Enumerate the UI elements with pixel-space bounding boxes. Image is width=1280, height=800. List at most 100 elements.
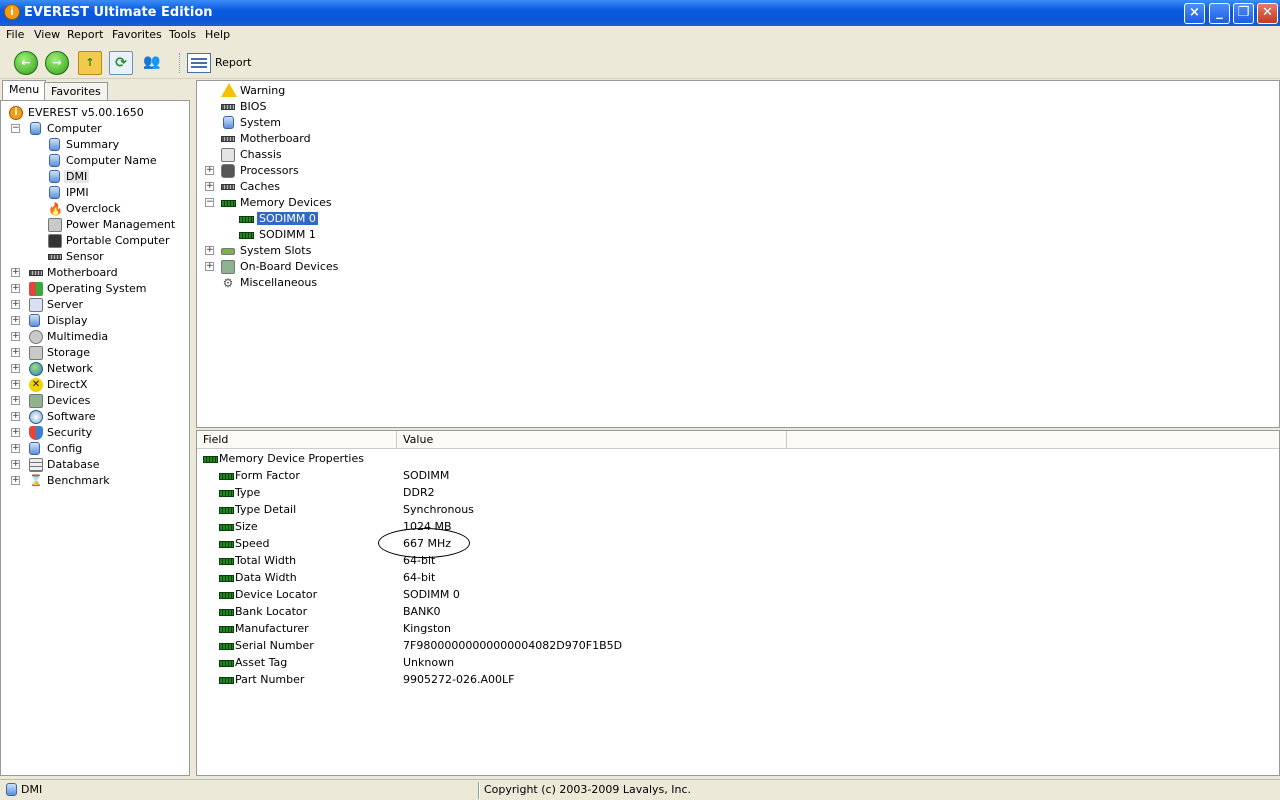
tree-item-operating-system[interactable]: Operating System (29, 281, 147, 297)
dmi-item-system-slots[interactable]: System Slots (221, 243, 311, 259)
column-header-field[interactable]: Field (197, 431, 397, 449)
expander-plus[interactable]: + (205, 182, 214, 191)
tree-item-motherboard[interactable]: Motherboard (29, 265, 118, 281)
tree-item-summary[interactable]: Summary (48, 137, 119, 153)
tree-item-devices[interactable]: Devices (29, 393, 90, 409)
dmi-item-processors[interactable]: Processors (221, 163, 299, 179)
tree-item-network[interactable]: Network (29, 361, 93, 377)
tree-item-directx[interactable]: ✕ DirectX (29, 377, 87, 393)
table-row[interactable]: Type DDR2 (219, 485, 1269, 501)
tree-item-overclock[interactable]: 🔥 Overclock (48, 201, 120, 217)
tab-menu[interactable]: Menu (2, 80, 47, 100)
tab-favorites[interactable]: Favorites (44, 82, 108, 100)
expander-plus[interactable]: + (11, 396, 20, 405)
table-row[interactable]: Size 1024 MB (219, 519, 1269, 535)
table-row[interactable]: Serial Number 7F98000000000000004082D970F… (219, 638, 1269, 654)
tree-item-security[interactable]: Security (29, 425, 92, 441)
close-button[interactable]: ✕ (1257, 3, 1278, 24)
value-cell: Synchronous (403, 503, 474, 516)
expander-plus[interactable]: + (11, 364, 20, 373)
menu-tools[interactable]: Tools (169, 28, 196, 41)
tree-item-software[interactable]: Software (29, 409, 96, 425)
table-row[interactable]: Type Detail Synchronous (219, 502, 1269, 518)
expander-plus[interactable]: + (205, 262, 214, 271)
dmi-item-motherboard[interactable]: Motherboard (221, 131, 311, 147)
minimize-button[interactable]: _ (1209, 3, 1230, 24)
dmi-item-miscellaneous[interactable]: ⚙ Miscellaneous (221, 275, 318, 291)
expander-plus[interactable]: + (11, 316, 20, 325)
tree-item-ipmi[interactable]: IPMI (48, 185, 89, 201)
expander-plus[interactable]: + (11, 444, 20, 453)
dmi-item-chassis[interactable]: Chassis (221, 147, 282, 163)
table-row[interactable]: Asset Tag Unknown (219, 655, 1269, 671)
expander-plus[interactable]: + (11, 460, 20, 469)
menu-report[interactable]: Report (67, 28, 103, 41)
config-icon (29, 442, 40, 455)
dmi-item-sodimm-1[interactable]: SODIMM 1 (239, 227, 316, 243)
report-icon[interactable] (187, 53, 211, 73)
expander-plus[interactable]: + (11, 268, 20, 277)
tree-item-config[interactable]: Config (29, 441, 82, 457)
menu-favorites[interactable]: Favorites (112, 28, 162, 41)
tree-root[interactable]: i EVEREST v5.00.1650 (9, 105, 144, 121)
table-row[interactable]: Data Width 64-bit (219, 570, 1269, 586)
refresh-icon[interactable]: ⟳ (109, 51, 133, 75)
ram-module-icon (219, 575, 234, 582)
dmi-item-bios[interactable]: BIOS (221, 99, 266, 115)
group-header[interactable]: Memory Device Properties (203, 451, 364, 467)
extra-close-button[interactable]: × (1184, 3, 1205, 24)
table-row[interactable]: Speed 667 MHz (219, 536, 1269, 552)
expander-minus[interactable]: − (11, 124, 20, 133)
table-row[interactable]: Total Width 64-bit (219, 553, 1269, 569)
ram-module-icon (219, 473, 234, 480)
title-bar[interactable]: i EVEREST Ultimate Edition × _ ❐ ✕ (0, 0, 1280, 26)
tree-item-computer[interactable]: Computer (29, 121, 102, 137)
back-arrow-icon[interactable]: ← (14, 51, 38, 75)
tree-item-storage[interactable]: Storage (29, 345, 90, 361)
software-disc-icon (29, 410, 43, 424)
expander-plus[interactable]: + (205, 246, 214, 255)
menu-help[interactable]: Help (205, 28, 230, 41)
expander-minus[interactable]: − (205, 198, 214, 207)
users-icon[interactable]: 👥 (140, 51, 164, 75)
tree-item-dmi[interactable]: DMI (48, 169, 90, 185)
tree-item-display[interactable]: Display (29, 313, 88, 329)
table-row[interactable]: Bank Locator BANK0 (219, 604, 1269, 620)
table-row[interactable]: Device Locator SODIMM 0 (219, 587, 1269, 603)
dmi-item-memory-devices[interactable]: Memory Devices (221, 195, 332, 211)
forward-arrow-icon[interactable]: → (45, 51, 69, 75)
tree-item-multimedia[interactable]: Multimedia (29, 329, 108, 345)
expander-plus[interactable]: + (205, 166, 214, 175)
dmi-item-caches[interactable]: Caches (221, 179, 280, 195)
up-folder-icon[interactable]: ↑ (78, 51, 102, 75)
dmi-item-sodimm-0[interactable]: SODIMM 0 (239, 211, 319, 227)
expander-plus[interactable]: + (11, 284, 20, 293)
tree-item-database[interactable]: Database (29, 457, 100, 473)
tree-item-portable-computer[interactable]: Portable Computer (48, 233, 170, 249)
tree-item-benchmark[interactable]: ⌛ Benchmark (29, 473, 110, 489)
menu-file[interactable]: File (6, 28, 24, 41)
tree-item-server[interactable]: Server (29, 297, 83, 313)
expander-plus[interactable]: + (11, 380, 20, 389)
tree-item-sensor[interactable]: Sensor (48, 249, 104, 265)
directx-icon: ✕ (29, 378, 43, 392)
expander-plus[interactable]: + (11, 476, 20, 485)
report-button-label[interactable]: Report (215, 56, 251, 69)
expander-plus[interactable]: + (11, 428, 20, 437)
dmi-item-on-board-devices[interactable]: On-Board Devices (221, 259, 338, 275)
tree-item-computer-name[interactable]: Computer Name (48, 153, 157, 169)
expander-plus[interactable]: + (11, 332, 20, 341)
menu-view[interactable]: View (34, 28, 60, 41)
tree-item-power-management[interactable]: Power Management (48, 217, 175, 233)
table-row[interactable]: Manufacturer Kingston (219, 621, 1269, 637)
column-header-value[interactable]: Value (397, 431, 787, 449)
restore-button[interactable]: ❐ (1233, 3, 1254, 24)
table-row[interactable]: Form Factor SODIMM (219, 468, 1269, 484)
expander-plus[interactable]: + (11, 348, 20, 357)
expander-plus[interactable]: + (11, 300, 20, 309)
expander-plus[interactable]: + (11, 412, 20, 421)
table-row[interactable]: Part Number 9905272-026.A00LF (219, 672, 1269, 688)
dmi-item-system[interactable]: System (221, 115, 281, 131)
dmi-item-warning[interactable]: Warning (221, 83, 285, 99)
value-cell: DDR2 (403, 486, 435, 499)
